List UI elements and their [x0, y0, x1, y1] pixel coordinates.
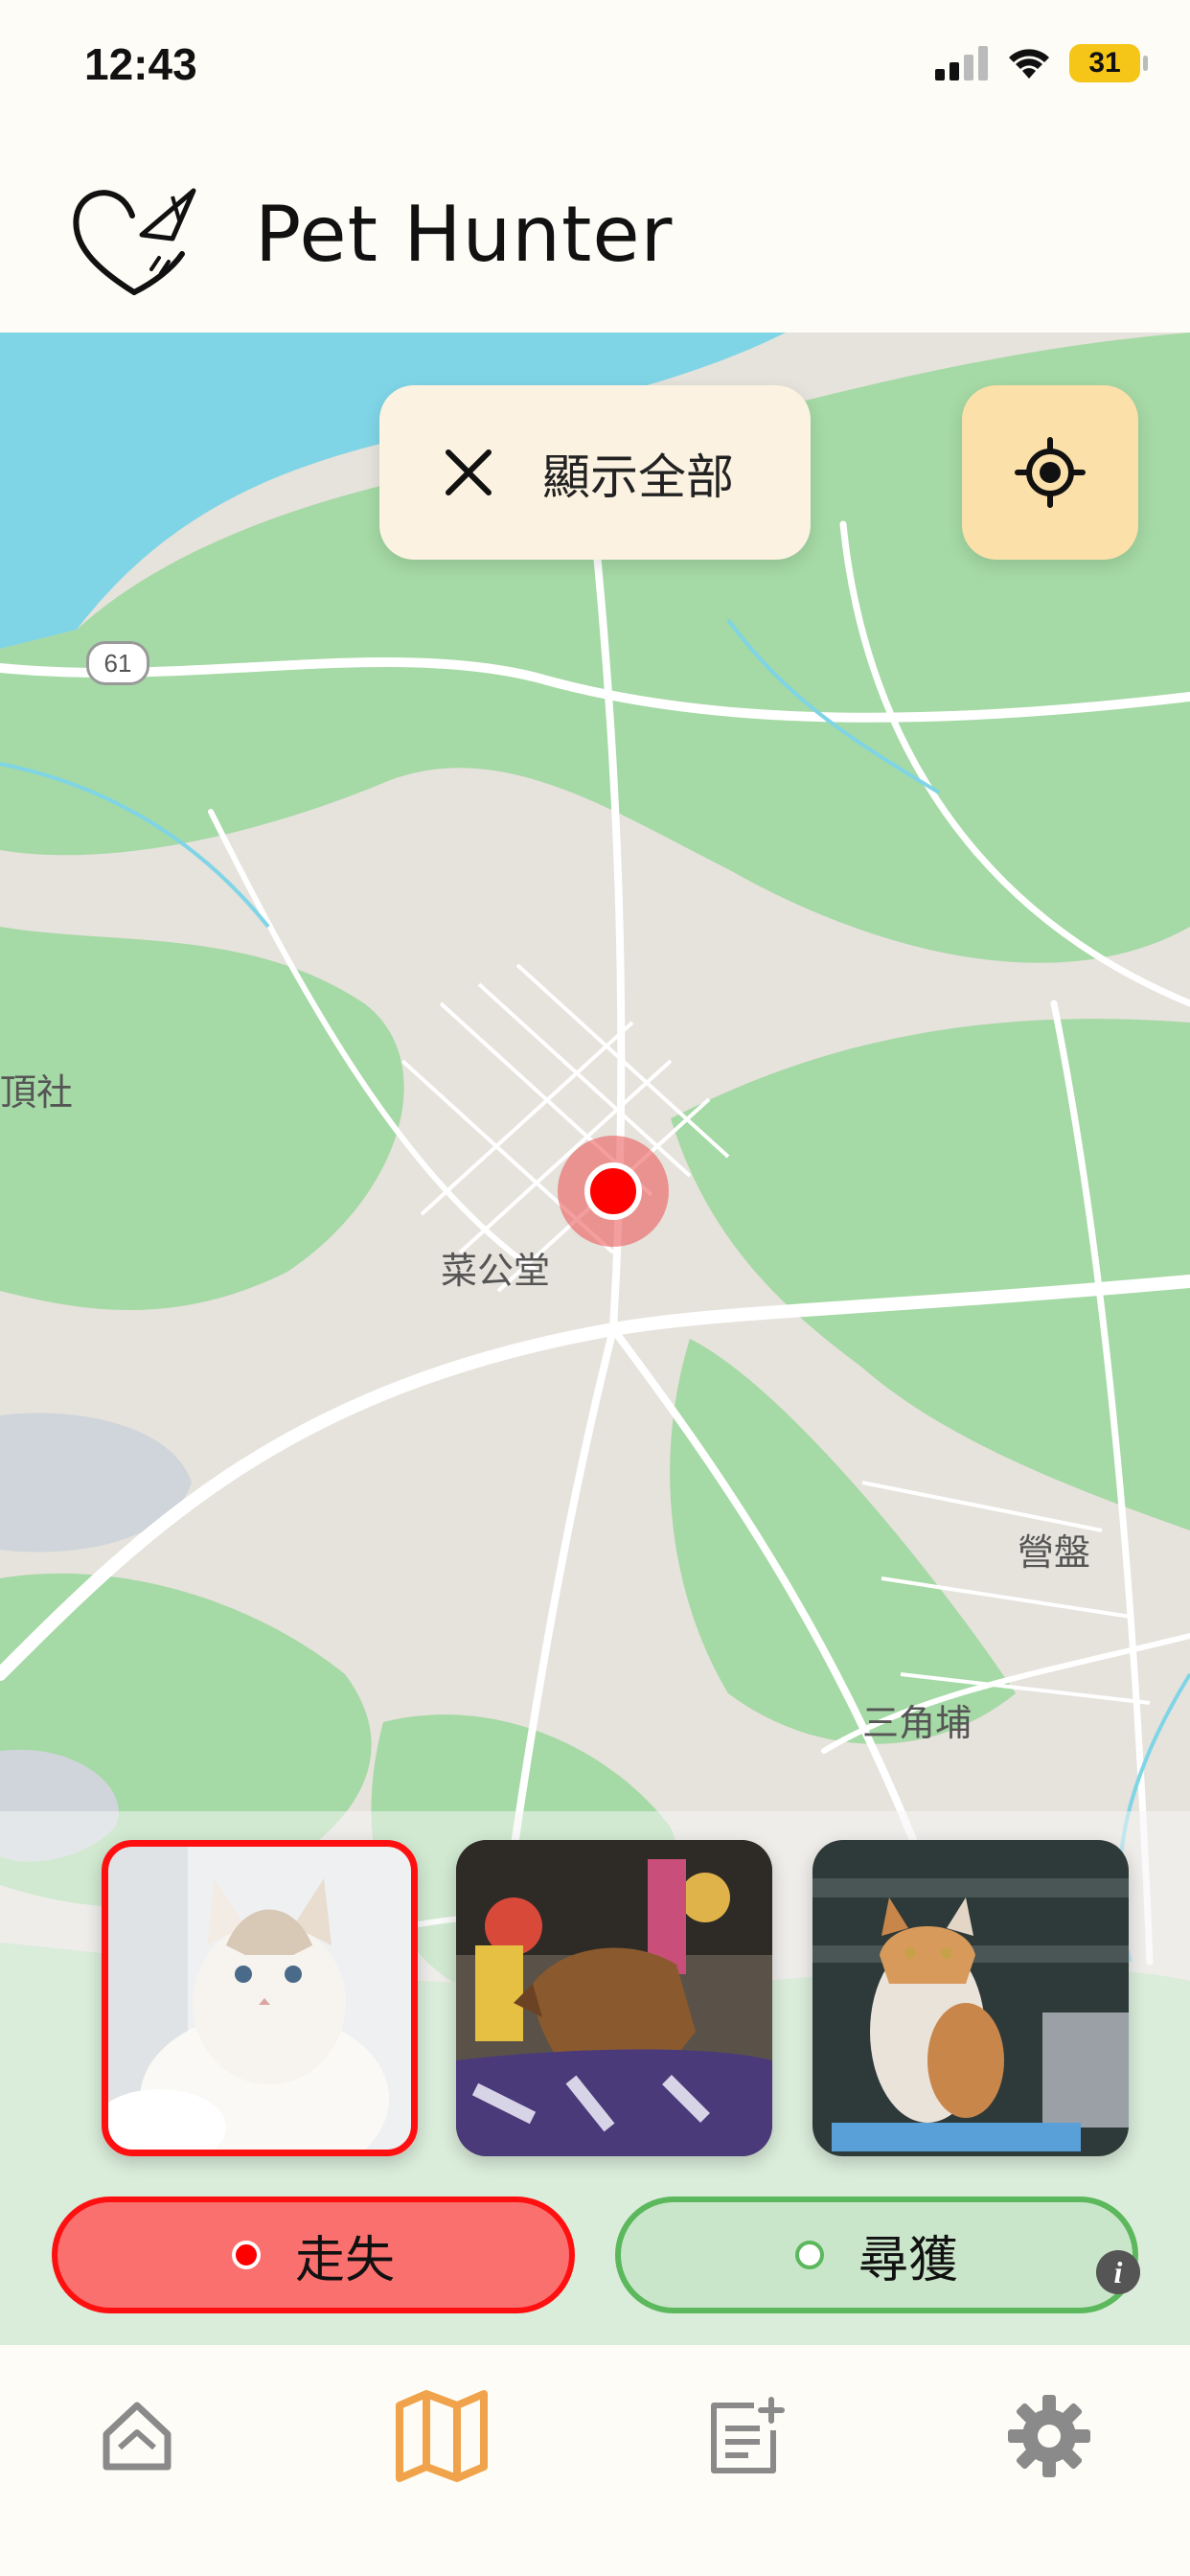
wifi-icon: [1009, 49, 1049, 79]
home-icon: [103, 2402, 172, 2471]
map-icon: [396, 2390, 488, 2482]
filter-chip-label: 顯示全部: [542, 449, 734, 505]
signal-icon: [935, 46, 988, 80]
bottom-tab-bar: [0, 2345, 1190, 2576]
found-filter-toggle[interactable]: 尋獲: [615, 2196, 1138, 2313]
map-pin[interactable]: [584, 1162, 642, 1220]
lost-filter-toggle[interactable]: 走失: [52, 2196, 575, 2313]
found-dot-icon: [794, 2241, 824, 2269]
gear-icon: [1008, 2395, 1090, 2477]
road-number-badge: 61: [86, 641, 149, 685]
map-place-label: 營盤: [1018, 1531, 1091, 1574]
tab-settings[interactable]: [996, 2383, 1102, 2489]
battery-indicator: 31: [1069, 44, 1148, 82]
map-place-label: 頂社: [0, 1071, 74, 1114]
tab-home[interactable]: [84, 2383, 190, 2489]
lost-toggle-label: 走失: [294, 2231, 395, 2289]
status-time: 12:43: [84, 39, 197, 89]
show-all-filter-chip[interactable]: 顯示全部: [379, 385, 811, 560]
calico-cat-photo: [812, 1840, 1129, 2156]
tab-posts[interactable]: [694, 2383, 799, 2489]
map-info-icon[interactable]: i: [1096, 2250, 1140, 2294]
app-title: Pet Hunter: [255, 190, 674, 279]
white-cat-photo: [102, 1840, 418, 2156]
locate-me-button[interactable]: [962, 385, 1138, 560]
battery-level: 31: [1088, 47, 1121, 79]
map-place-label: 菜公堂: [441, 1250, 551, 1292]
map-place-label: 三角埔: [862, 1702, 973, 1744]
close-icon[interactable]: [439, 443, 498, 502]
heart-plane-logo-icon: [73, 188, 196, 295]
crosshair-icon: [1015, 437, 1086, 508]
found-toggle-label: 尋獲: [858, 2231, 958, 2289]
pet-card-white-cat[interactable]: [102, 1840, 418, 2156]
brown-dog-photo: [456, 1840, 772, 2156]
status-icons: 31: [935, 44, 1148, 82]
add-note-icon: [711, 2397, 785, 2473]
tab-map[interactable]: [389, 2383, 494, 2489]
pet-card-brown-dog[interactable]: [456, 1840, 772, 2156]
pet-card-calico-cat[interactable]: [812, 1840, 1129, 2156]
lost-dot-icon: [231, 2241, 261, 2269]
